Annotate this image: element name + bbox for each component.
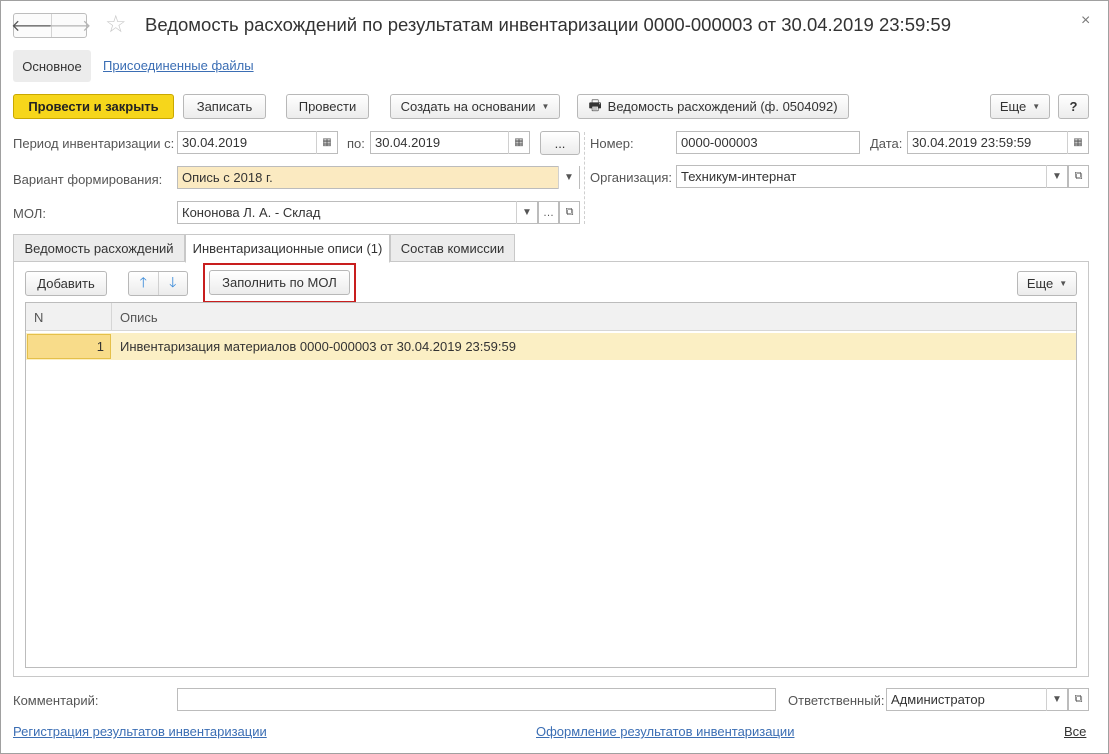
column-divider bbox=[584, 132, 585, 224]
calendar-icon[interactable]: ▦ bbox=[508, 131, 529, 154]
arrow-down-icon[interactable]: 🡓 bbox=[157, 272, 188, 295]
number-field[interactable]: 0000-000003 bbox=[676, 131, 860, 154]
organization-field[interactable]: Техникум-интернат ▼ bbox=[676, 165, 1068, 188]
variant-field[interactable]: Опись с 2018 г. ▼ bbox=[177, 166, 580, 189]
responsible-field[interactable]: Администратор ▼ bbox=[886, 688, 1068, 711]
printer-icon: 🖶 bbox=[588, 96, 602, 113]
variant-label: Вариант формирования: bbox=[13, 172, 163, 187]
nav-buttons: 🡐 🡒 bbox=[11, 13, 91, 38]
post-button[interactable]: Провести bbox=[286, 94, 369, 119]
mol-label: МОЛ: bbox=[13, 206, 46, 221]
more-label: Еще bbox=[999, 99, 1027, 114]
post-and-close-button[interactable]: Провести и закрыть bbox=[13, 94, 174, 119]
tab-more-button[interactable]: Еще ▼ bbox=[1017, 271, 1077, 296]
calendar-icon[interactable]: ▦ bbox=[1067, 131, 1088, 154]
tab-commission[interactable]: Состав комиссии bbox=[390, 234, 515, 262]
arrow-left-icon: 🡐 bbox=[11, 18, 54, 35]
period-to-label: по: bbox=[347, 136, 365, 151]
create-based-on-button[interactable]: Создать на основании ▼ bbox=[390, 94, 560, 119]
organization-value: Техникум-интернат bbox=[681, 169, 797, 184]
table-header: N Опись bbox=[26, 303, 1076, 331]
date-field[interactable]: 30.04.2019 23:59:59 ▦ bbox=[907, 131, 1089, 154]
inventory-lists-table[interactable]: N Опись 1 Инвентаризация материалов 0000… bbox=[25, 302, 1077, 668]
save-button[interactable]: Записать bbox=[183, 94, 266, 119]
dropdown-arrow-icon[interactable]: ▼ bbox=[558, 166, 579, 189]
open-mol-icon[interactable]: ⧉ bbox=[559, 201, 580, 224]
responsible-label: Ответственный: bbox=[788, 693, 885, 708]
print-report-label: Ведомость расхождений (ф. 0504092) bbox=[607, 99, 838, 114]
table-row[interactable]: 1 Инвентаризация материалов 0000-000003 … bbox=[26, 333, 1076, 360]
back-button[interactable]: 🡐 bbox=[11, 14, 54, 37]
dropdown-arrow-icon: ▼ bbox=[541, 102, 550, 111]
column-header-n[interactable]: N bbox=[26, 303, 112, 331]
organization-label: Организация: bbox=[590, 170, 673, 185]
help-button[interactable]: ? bbox=[1058, 94, 1089, 119]
mol-field[interactable]: Кононова Л. А. - Склад ▼ bbox=[177, 201, 538, 224]
open-responsible-icon[interactable]: ⧉ bbox=[1068, 688, 1089, 711]
more-button[interactable]: Еще ▼ bbox=[990, 94, 1050, 119]
open-organization-icon[interactable]: ⧉ bbox=[1068, 165, 1089, 188]
dropdown-arrow-icon[interactable]: ▼ bbox=[1046, 688, 1067, 711]
create-based-on-label: Создать на основании bbox=[400, 99, 536, 114]
arrow-right-icon: 🡒 bbox=[48, 18, 92, 35]
close-icon[interactable]: × bbox=[1081, 12, 1090, 30]
column-header-opis[interactable]: Опись bbox=[112, 303, 1072, 331]
tab-discrepancy-sheet[interactable]: Ведомость расхождений bbox=[13, 234, 185, 262]
move-buttons: 🡑 🡓 bbox=[128, 271, 188, 296]
responsible-value: Администратор bbox=[891, 692, 985, 707]
number-value: 0000-000003 bbox=[681, 135, 758, 150]
all-links-link[interactable]: Все bbox=[1064, 724, 1086, 739]
dropdown-arrow-icon[interactable]: ▼ bbox=[516, 201, 537, 224]
section-main[interactable]: Основное bbox=[13, 50, 91, 82]
favorite-star-icon[interactable]: ☆ bbox=[105, 12, 127, 38]
cell-n[interactable]: 1 bbox=[27, 334, 111, 359]
period-label: Период инвентаризации с: bbox=[13, 136, 175, 151]
period-from-field[interactable]: 30.04.2019 ▦ bbox=[177, 131, 338, 154]
highlight-frame bbox=[203, 263, 356, 303]
period-to-value: 30.04.2019 bbox=[375, 135, 441, 150]
cell-opis[interactable]: Инвентаризация материалов 0000-000003 от… bbox=[120, 333, 516, 360]
add-button[interactable]: Добавить bbox=[25, 271, 107, 296]
formalize-results-link[interactable]: Оформление результатов инвентаризации bbox=[536, 724, 794, 739]
window-title: Ведомость расхождений по результатам инв… bbox=[145, 14, 951, 35]
mol-select-icon[interactable]: … bbox=[538, 201, 559, 224]
section-attached-files-link[interactable]: Присоединенные файлы bbox=[103, 58, 254, 73]
comment-label: Комментарий: bbox=[13, 693, 99, 708]
period-to-field[interactable]: 30.04.2019 ▦ bbox=[370, 131, 530, 154]
arrow-up-icon[interactable]: 🡑 bbox=[129, 272, 158, 295]
variant-value: Опись с 2018 г. bbox=[182, 170, 273, 185]
forward-button[interactable]: 🡒 bbox=[49, 14, 91, 37]
period-select-button[interactable]: ... bbox=[540, 131, 580, 155]
calendar-icon[interactable]: ▦ bbox=[316, 131, 337, 154]
dropdown-arrow-icon[interactable]: ▼ bbox=[1046, 165, 1067, 188]
tab-more-label: Еще bbox=[1026, 276, 1054, 291]
dropdown-arrow-icon: ▼ bbox=[1059, 279, 1068, 288]
comment-field[interactable] bbox=[177, 688, 776, 711]
date-label: Дата: bbox=[870, 136, 903, 151]
registration-results-link[interactable]: Регистрация результатов инвентаризации bbox=[13, 724, 267, 739]
mol-value: Кононова Л. А. - Склад bbox=[182, 205, 321, 220]
date-value: 30.04.2019 23:59:59 bbox=[912, 135, 1032, 150]
dropdown-arrow-icon: ▼ bbox=[1032, 102, 1041, 111]
print-report-button[interactable]: 🖶 Ведомость расхождений (ф. 0504092) bbox=[577, 94, 849, 119]
tab-inventory-lists[interactable]: Инвентаризационные описи (1) bbox=[185, 234, 390, 263]
number-label: Номер: bbox=[590, 136, 634, 151]
period-from-value: 30.04.2019 bbox=[182, 135, 248, 150]
